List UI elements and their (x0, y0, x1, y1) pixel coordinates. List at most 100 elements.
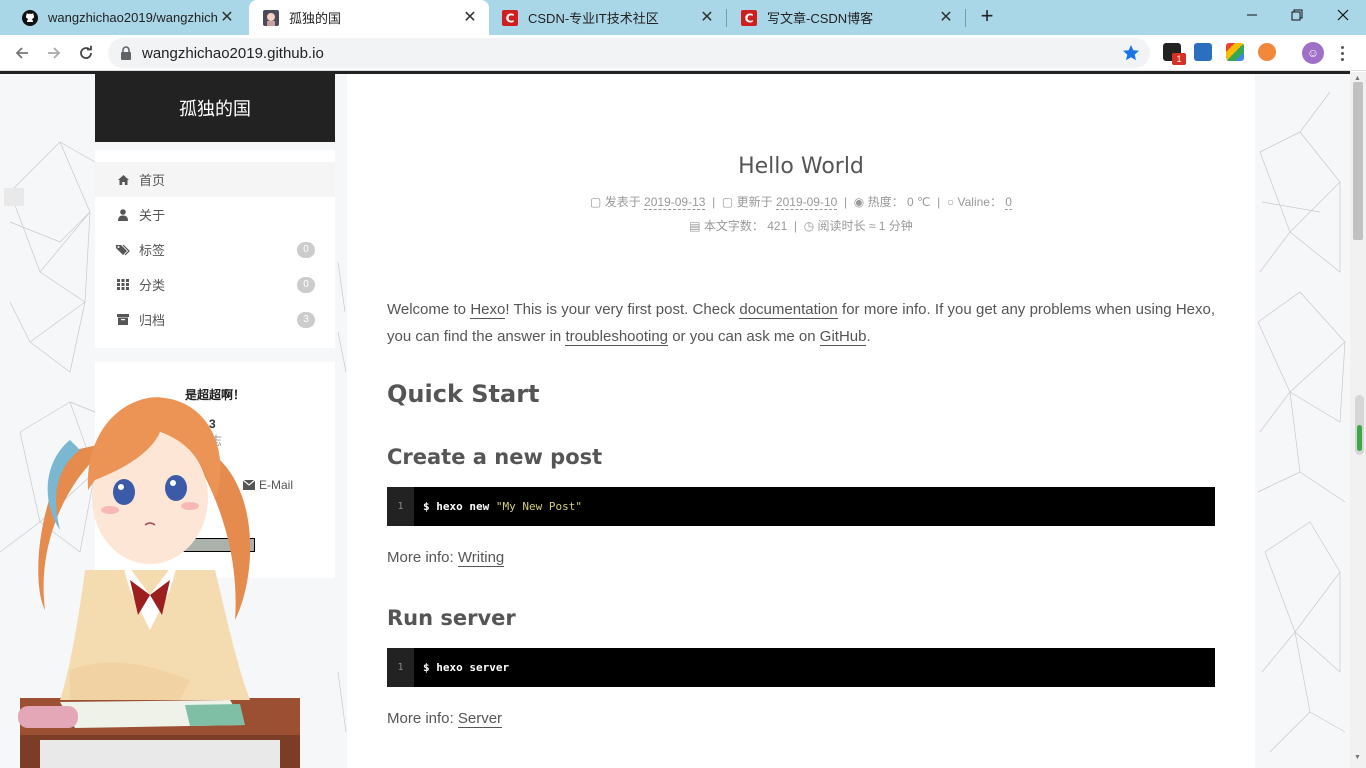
troubleshooting-link[interactable]: troubleshooting (565, 328, 669, 346)
tab-title: 孤独的国 (289, 11, 342, 26)
valine-label: Valine： (957, 195, 1002, 209)
valine-count[interactable]: 0 (1005, 195, 1012, 210)
nav-item-tags[interactable]: 标签 0 (95, 232, 335, 267)
scroll-up-icon[interactable]: ▲ (1354, 75, 1361, 82)
nav-label: 归档 (139, 313, 166, 328)
nav-item-archives[interactable]: 归档 3 (95, 302, 335, 337)
close-tab-icon[interactable]: ✕ (937, 9, 955, 27)
comment-icon: ○ (946, 195, 955, 209)
post-meta-line2: ▤ 本文字数： 421 | ◷ 阅读时长 ≈ 1 分钟 (689, 219, 913, 233)
text: . (866, 328, 871, 345)
github-link[interactable]: GitHub (819, 328, 867, 346)
count-badge: 3 (297, 311, 315, 328)
eye-icon: ◉ (853, 195, 865, 209)
documentation-link[interactable]: documentation (739, 301, 838, 319)
post-title: Hello World (738, 154, 864, 179)
reload-button[interactable] (72, 39, 100, 67)
nav-item-categories[interactable]: 分类 0 (95, 267, 335, 302)
home-icon (116, 173, 130, 187)
more-info-writing: More info: Writing (387, 549, 505, 567)
minimize-icon (1247, 14, 1257, 16)
code-line[interactable]: $ hexo new "My New Post" (423, 487, 582, 526)
writing-link[interactable]: Writing (457, 549, 505, 567)
nav-label: 关于 (139, 208, 166, 223)
csdn-icon: C (502, 9, 518, 26)
post-content: Hello World ▢ 发表于 2019-09-13 | ▢ 更新于 201… (347, 74, 1255, 768)
text: or you can ask me on (668, 328, 820, 345)
minimize-button[interactable] (1229, 0, 1275, 30)
reload-icon (80, 45, 92, 59)
hexo-link[interactable]: Hexo (470, 301, 506, 319)
new-tab-button[interactable]: + (975, 5, 999, 29)
tab-active[interactable]: 孤独的国 ✕ (249, 0, 489, 35)
tab-title: wangzhichao2019/wangzhicha (48, 10, 218, 25)
close-tab-icon[interactable]: ✕ (218, 9, 236, 27)
infinity-extension-icon[interactable] (1258, 43, 1276, 61)
calendar-icon: ▢ (590, 195, 602, 209)
nav-label: 首页 (139, 173, 166, 188)
lock-icon[interactable] (120, 46, 132, 65)
updated-label: 更新于 (736, 195, 773, 209)
close-tab-icon[interactable]: ✕ (461, 9, 479, 27)
grid-icon (116, 278, 130, 292)
word-count: 本文字数： 421 (703, 219, 788, 233)
code-block: 1 $ hexo new "My New Post" (387, 487, 1215, 526)
profile-avatar-icon[interactable]: ☺ (1302, 42, 1324, 64)
code-line[interactable]: $ hexo server (423, 648, 509, 687)
post-meta-line1: ▢ 发表于 2019-09-13 | ▢ 更新于 2019-09-10 | ◉ … (590, 195, 1012, 210)
browser-toolbar: wangzhichao2019.github.io 1 ☺ (0, 35, 1366, 71)
code-block: 1 $ hexo server (387, 648, 1215, 687)
posted-date[interactable]: 2019-09-13 (644, 195, 706, 210)
nav-item-home[interactable]: 首页 (95, 162, 335, 197)
tab-csdn-write[interactable]: C 写文章-CSDN博客 ✕ (727, 0, 965, 35)
archive-icon (116, 313, 130, 327)
bookmark-star-icon[interactable] (1122, 44, 1140, 67)
url-text[interactable]: wangzhichao2019.github.io (142, 45, 324, 62)
color-extension-icon[interactable] (1226, 43, 1244, 61)
tab-separator (965, 9, 966, 27)
tab-github[interactable]: wangzhichao2019/wangzhicha ✕ (8, 0, 246, 35)
back-button[interactable] (8, 39, 36, 67)
text: Welcome to (387, 301, 471, 318)
close-window-button[interactable] (1320, 0, 1366, 30)
nav-item-about[interactable]: 关于 (95, 197, 335, 232)
scroll-down-icon[interactable]: ▼ (1354, 754, 1361, 761)
translate-extension-icon[interactable] (1194, 43, 1212, 61)
extension-badge: 1 (1172, 53, 1186, 65)
more-info-label: More info: (387, 549, 458, 566)
more-info-server: More info: Server (387, 710, 503, 728)
site-title[interactable]: 孤独的国 (95, 74, 335, 142)
live2d-mascot-character[interactable] (0, 380, 300, 768)
browser-menu-icon[interactable] (1330, 41, 1354, 65)
text: ! This is your very first post. Check (505, 301, 740, 318)
line-number: 1 (387, 487, 414, 526)
count-badge: 0 (297, 241, 315, 258)
sidebar-nav: 首页 关于 标签 0 分类 0 归档 3 (95, 150, 335, 348)
github-icon (22, 9, 38, 26)
restore-button[interactable] (1274, 0, 1320, 30)
user-icon (116, 208, 130, 222)
csdn-icon: C (741, 9, 757, 26)
restore-icon (1291, 9, 1303, 21)
gauge-fill (1357, 425, 1362, 451)
updated-date[interactable]: 2019-09-10 (775, 195, 838, 210)
address-bar[interactable]: wangzhichao2019.github.io (108, 38, 1150, 68)
forward-button[interactable] (40, 39, 68, 67)
svg-text:C: C (506, 11, 515, 25)
close-tab-icon[interactable]: ✕ (698, 9, 716, 27)
code-command: $ hexo new (423, 500, 496, 513)
tab-csdn[interactable]: C CSDN-专业IT技术社区 ✕ (488, 0, 726, 35)
line-number: 1 (387, 648, 414, 687)
scrollbar-thumb[interactable] (1353, 82, 1363, 240)
tags-icon (116, 243, 130, 257)
server-link[interactable]: Server (457, 710, 503, 728)
code-string: "My New Post" (495, 500, 582, 513)
nav-label: 标签 (139, 243, 166, 258)
tab-title: CSDN-专业IT技术社区 (528, 11, 659, 26)
site-avatar-icon (263, 9, 279, 26)
arrow-left-icon (15, 47, 28, 59)
post-intro: Welcome to Hexo! This is your very first… (387, 296, 1215, 350)
clock-icon: ◷ (803, 219, 815, 233)
count-badge: 0 (297, 276, 315, 293)
back-to-top-button[interactable] (4, 188, 24, 206)
